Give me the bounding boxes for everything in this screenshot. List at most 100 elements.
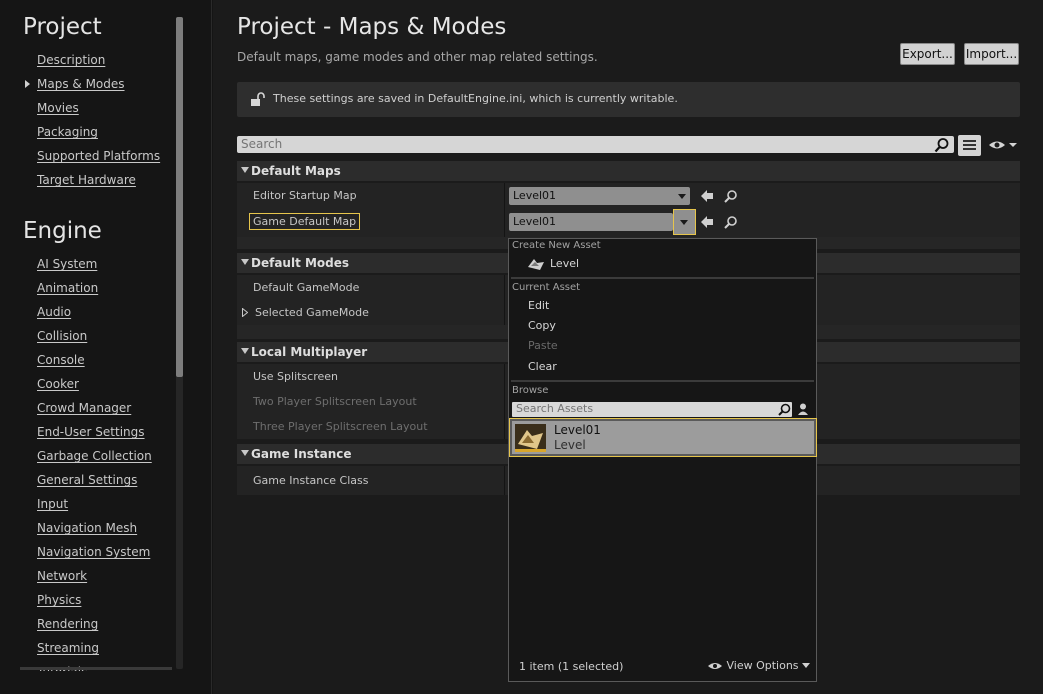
settings-sidebar: Project Description Maps & Modes Movies … bbox=[0, 0, 212, 694]
sidebar-item-crowd-manager[interactable]: Crowd Manager bbox=[37, 401, 131, 415]
clear-item[interactable]: Clear bbox=[528, 360, 557, 373]
collapse-arrow-icon bbox=[241, 450, 249, 456]
view-options-button[interactable]: View Options bbox=[707, 659, 811, 672]
sidebar-item-physics[interactable]: Physics bbox=[37, 593, 81, 607]
sidebar-item-cooker[interactable]: Cooker bbox=[37, 377, 79, 391]
asset-search-input[interactable] bbox=[516, 402, 766, 415]
sidebar-scrollbar[interactable] bbox=[176, 17, 183, 377]
row-label: Two Player Splitscreen Layout bbox=[253, 395, 417, 408]
search-input[interactable] bbox=[241, 137, 921, 151]
use-selected-arrow-icon[interactable] bbox=[700, 215, 714, 229]
asset-tile-bg: Level01 Level bbox=[512, 421, 814, 454]
collapse-arrow-icon bbox=[241, 259, 249, 265]
row-label: Default GameMode bbox=[253, 281, 360, 294]
sidebar-item-garbage-collection[interactable]: Garbage Collection bbox=[37, 449, 152, 463]
row-game-default-map: Game Default Map Level01 bbox=[237, 208, 1020, 237]
expand-arrow-icon[interactable] bbox=[242, 308, 248, 317]
page-subtitle: Default maps, game modes and other map r… bbox=[237, 50, 598, 64]
category-title: Game Instance bbox=[251, 447, 352, 461]
dropdown-section-browse: Browse bbox=[512, 385, 549, 396]
category-title: Default Maps bbox=[251, 164, 341, 178]
asset-name: Level01 bbox=[554, 423, 601, 437]
sidebar-item-console[interactable]: Console bbox=[37, 353, 85, 367]
row-label: Selected GameMode bbox=[255, 306, 369, 319]
browse-search-icon[interactable] bbox=[724, 215, 738, 229]
asset-thumbnail bbox=[515, 424, 546, 452]
sidebar-item-maps-modes[interactable]: Maps & Modes bbox=[37, 77, 125, 91]
sidebar-item-end-user-settings[interactable]: End-User Settings bbox=[37, 425, 145, 439]
asset-tile-level01[interactable]: Level01 Level bbox=[509, 418, 817, 457]
view-options-label: View Options bbox=[726, 659, 799, 672]
level-icon bbox=[528, 259, 544, 270]
sidebar-item-rendering[interactable]: Rendering bbox=[37, 617, 98, 631]
paste-item: Paste bbox=[528, 339, 558, 352]
list-view-button[interactable] bbox=[958, 135, 981, 156]
browse-search-icon[interactable] bbox=[724, 189, 738, 203]
sidebar-item-animation[interactable]: Animation bbox=[37, 281, 98, 295]
row-label: Editor Startup Map bbox=[253, 189, 357, 202]
sidebar-item-streaming[interactable]: Streaming bbox=[37, 641, 99, 655]
row-label: Three Player Splitscreen Layout bbox=[253, 420, 428, 433]
level-thumbnail-icon bbox=[515, 424, 546, 452]
sidebar-item-supported-platforms[interactable]: Supported Platforms bbox=[37, 149, 160, 163]
search-icon[interactable] bbox=[934, 137, 950, 153]
sidebar-bottom-divider bbox=[20, 667, 172, 670]
game-default-map-combo[interactable]: Level01 bbox=[509, 213, 673, 231]
category-title: Local Multiplayer bbox=[251, 345, 368, 359]
sidebar-section-project: Project bbox=[23, 14, 102, 40]
sidebar-item-navigation-system[interactable]: Navigation System bbox=[37, 545, 150, 559]
dropdown-separator bbox=[511, 380, 814, 382]
dropdown-section-current: Current Asset bbox=[512, 282, 581, 293]
collapse-arrow-icon bbox=[241, 348, 249, 354]
export-button[interactable]: Export... bbox=[900, 43, 955, 65]
edit-item[interactable]: Edit bbox=[528, 299, 549, 312]
use-selected-arrow-icon[interactable] bbox=[700, 189, 714, 203]
sidebar-item-target-hardware[interactable]: Target Hardware bbox=[37, 173, 136, 187]
import-button[interactable]: Import... bbox=[964, 43, 1019, 65]
editor-startup-map-combo[interactable]: Level01 bbox=[509, 187, 690, 205]
config-info-bar: These settings are saved in DefaultEngin… bbox=[237, 82, 1020, 117]
filter-user-icon[interactable] bbox=[796, 402, 810, 416]
chevron-down-icon bbox=[678, 194, 686, 199]
sidebar-item-movies[interactable]: Movies bbox=[37, 101, 79, 115]
settings-search[interactable] bbox=[237, 136, 954, 153]
game-default-map-dropdown-button[interactable] bbox=[673, 209, 696, 235]
info-text: These settings are saved in DefaultEngin… bbox=[273, 92, 678, 105]
row-label: Game Instance Class bbox=[253, 474, 369, 487]
page-title: Project - Maps & Modes bbox=[237, 14, 507, 40]
create-level-item[interactable]: Level bbox=[550, 257, 579, 270]
unlocked-icon bbox=[251, 92, 265, 106]
asset-type: Level bbox=[554, 438, 586, 452]
asset-picker-dropdown: Create New Asset Level Current Asset Edi… bbox=[508, 238, 817, 682]
category-default-maps[interactable]: Default Maps bbox=[237, 161, 1020, 181]
sidebar-item-description[interactable]: Description bbox=[37, 53, 105, 67]
sidebar-item-ai-system[interactable]: AI System bbox=[37, 257, 97, 271]
sidebar-section-engine: Engine bbox=[23, 218, 102, 244]
list-icon bbox=[963, 140, 976, 150]
selected-arrow-icon bbox=[25, 80, 30, 88]
view-options-eye-icon[interactable] bbox=[988, 138, 1018, 152]
asset-search[interactable] bbox=[512, 402, 792, 417]
row-label: Use Splitscreen bbox=[253, 370, 339, 383]
combo-value: Level01 bbox=[513, 189, 557, 202]
eye-icon bbox=[708, 663, 722, 669]
asset-count: 1 item (1 selected) bbox=[519, 660, 624, 673]
combo-value: Level01 bbox=[513, 215, 557, 228]
row-label-highlighted: Game Default Map bbox=[249, 213, 361, 230]
sidebar-item-general-settings[interactable]: General Settings bbox=[37, 473, 137, 487]
sidebar-item-audio[interactable]: Audio bbox=[37, 305, 71, 319]
sidebar-item-network[interactable]: Network bbox=[37, 569, 87, 583]
chevron-down-icon bbox=[680, 220, 688, 225]
dropdown-section-create: Create New Asset bbox=[512, 240, 601, 251]
copy-item[interactable]: Copy bbox=[528, 319, 556, 332]
sidebar-item-collision[interactable]: Collision bbox=[37, 329, 87, 343]
category-title: Default Modes bbox=[251, 256, 350, 270]
dropdown-separator bbox=[511, 277, 814, 279]
sidebar-item-input[interactable]: Input bbox=[37, 497, 68, 511]
sidebar-item-navigation-mesh[interactable]: Navigation Mesh bbox=[37, 521, 137, 535]
row-editor-startup-map: Editor Startup Map Level01 bbox=[237, 183, 1020, 208]
chevron-down-icon bbox=[802, 663, 811, 668]
search-icon bbox=[778, 403, 791, 416]
sidebar-item-packaging[interactable]: Packaging bbox=[37, 125, 98, 139]
collapse-arrow-icon bbox=[241, 167, 249, 173]
